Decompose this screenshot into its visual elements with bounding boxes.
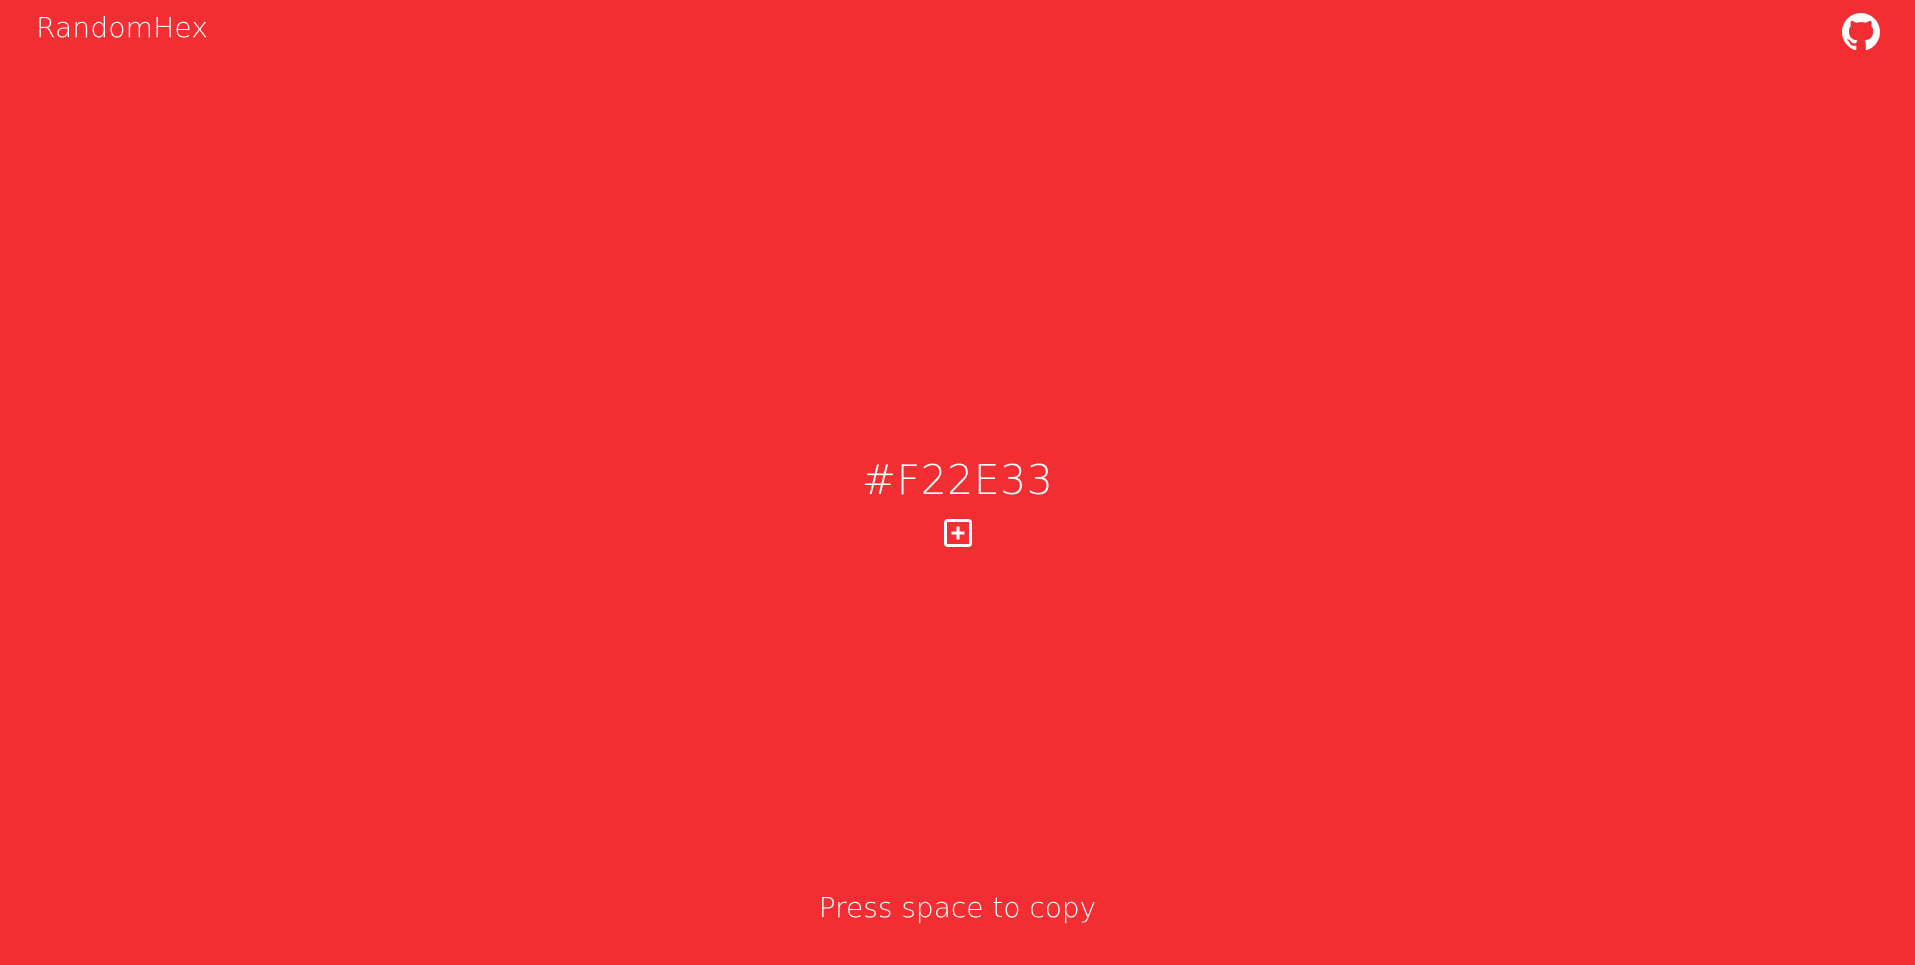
github-icon <box>1842 13 1880 51</box>
brand-logo-link[interactable]: RandomHex <box>36 9 208 47</box>
add-color-button[interactable] <box>943 518 973 548</box>
hex-display: #F22E33 <box>0 455 1915 552</box>
github-link[interactable] <box>1842 13 1880 51</box>
copy-hint: Press space to copy <box>818 891 1097 924</box>
plus-square-icon <box>943 519 972 547</box>
hex-value[interactable]: #F22E33 <box>0 455 1915 505</box>
